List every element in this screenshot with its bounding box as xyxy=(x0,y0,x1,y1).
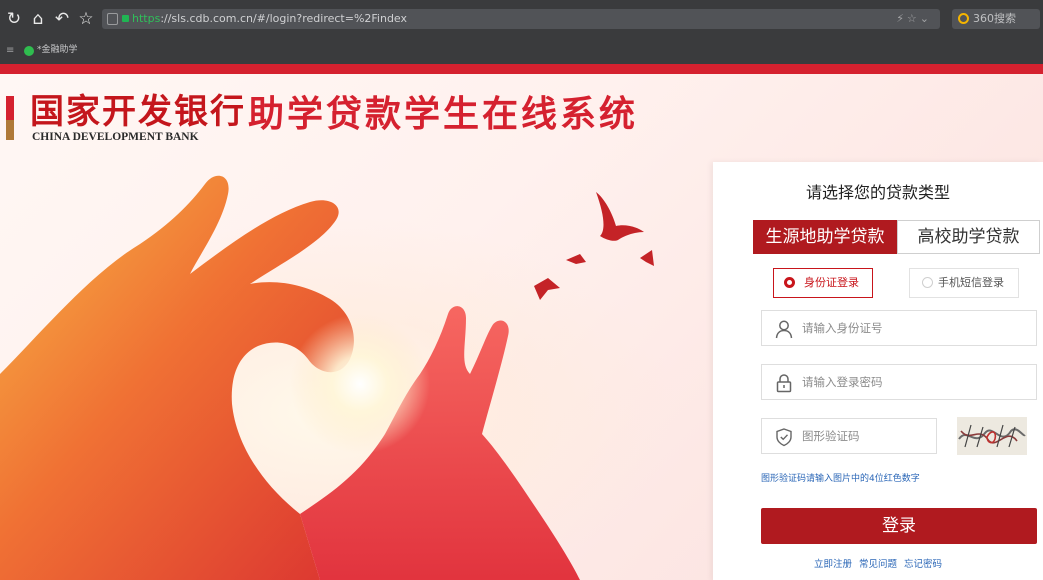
browser-toolbar: ↻ ⌂ ↶ ☆ https://sls.cdb.com.cn/#/login?r… xyxy=(0,0,1043,38)
login-links: 立即注册 常见问题 忘记密码 xyxy=(713,558,1043,572)
id-number-field xyxy=(761,310,1037,346)
lock-icon xyxy=(122,15,129,22)
user-icon xyxy=(775,320,793,339)
lock-icon xyxy=(776,374,792,393)
bank-name-cn: 国家开发银行 xyxy=(30,92,246,132)
loan-type-heading: 请选择您的贷款类型 xyxy=(805,183,950,202)
password-field xyxy=(761,364,1037,400)
login-panel: 请选择您的贷款类型 生源地助学贷款 高校助学贷款 身份证登录 手机短信登录 请输… xyxy=(713,162,1043,580)
password-input[interactable] xyxy=(802,365,1030,399)
tab-campus-loan[interactable]: 高校助学贷款 xyxy=(897,220,1040,254)
bank-name-en: CHINA DEVELOPMENT BANK xyxy=(32,131,199,143)
id-login-option[interactable]: 身份证登录 xyxy=(773,268,873,298)
captcha-field xyxy=(761,418,937,454)
search-icon xyxy=(958,13,969,24)
captcha-image[interactable] xyxy=(957,417,1027,455)
hands-heart-illustration xyxy=(0,175,654,580)
bird-icon xyxy=(566,254,586,264)
bank-logo-mark xyxy=(6,96,14,140)
bookmarks-bar: ≡ *金融助学 xyxy=(0,38,1043,64)
faq-link[interactable]: 常见问题 xyxy=(859,559,897,570)
captcha-hint: 图形验证码请输入图片中的4位红色数字 xyxy=(761,474,920,484)
browser-search-box[interactable]: 360搜索 xyxy=(952,9,1040,29)
home-icon[interactable]: ⌂ xyxy=(28,9,48,29)
light-burst xyxy=(290,314,430,454)
bookmark-item[interactable]: *金融助学 xyxy=(37,43,78,57)
forgot-password-link[interactable]: 忘记密码 xyxy=(904,559,942,570)
sms-login-option[interactable]: 手机短信登录 xyxy=(909,268,1019,298)
id-number-input[interactable] xyxy=(802,311,1030,345)
bird-icon xyxy=(534,278,560,300)
shield-icon xyxy=(107,13,118,25)
undo-icon[interactable]: ↶ xyxy=(52,9,72,29)
shield-check-icon xyxy=(776,428,792,447)
bookmark-star-icon[interactable]: ☆ xyxy=(76,9,96,29)
address-bar-actions[interactable]: ⚡☆⌄ xyxy=(896,11,932,27)
login-page: 国家开发银行 CHINA DEVELOPMENT BANK 助学贷款学生在线系统… xyxy=(0,74,1043,580)
radio-selected-icon xyxy=(784,277,795,288)
bird-icon xyxy=(640,250,654,266)
search-placeholder: 360搜索 xyxy=(973,12,1016,25)
id-login-label: 身份证登录 xyxy=(804,276,859,289)
login-button[interactable]: 登录 xyxy=(761,508,1037,544)
sms-login-label: 手机短信登录 xyxy=(938,276,1004,289)
address-bar[interactable]: https://sls.cdb.com.cn/#/login?redirect=… xyxy=(102,9,940,29)
top-red-band xyxy=(0,64,1043,74)
tab-local-loan[interactable]: 生源地助学贷款 xyxy=(753,220,897,254)
register-link[interactable]: 立即注册 xyxy=(814,559,852,570)
captcha-input[interactable] xyxy=(802,419,930,453)
url-path: ://sls.cdb.com.cn/#/login?redirect=%2Fin… xyxy=(160,12,408,25)
menu-icon[interactable]: ≡ xyxy=(6,45,14,56)
bookmark-favicon xyxy=(24,46,34,56)
url-scheme: https xyxy=(132,12,161,25)
url-text[interactable]: https://sls.cdb.com.cn/#/login?redirect=… xyxy=(132,11,407,27)
bird-icon xyxy=(596,192,644,241)
system-title: 助学贷款学生在线系统 xyxy=(248,94,639,135)
radio-unselected-icon xyxy=(922,277,933,288)
reload-icon[interactable]: ↻ xyxy=(4,9,24,29)
